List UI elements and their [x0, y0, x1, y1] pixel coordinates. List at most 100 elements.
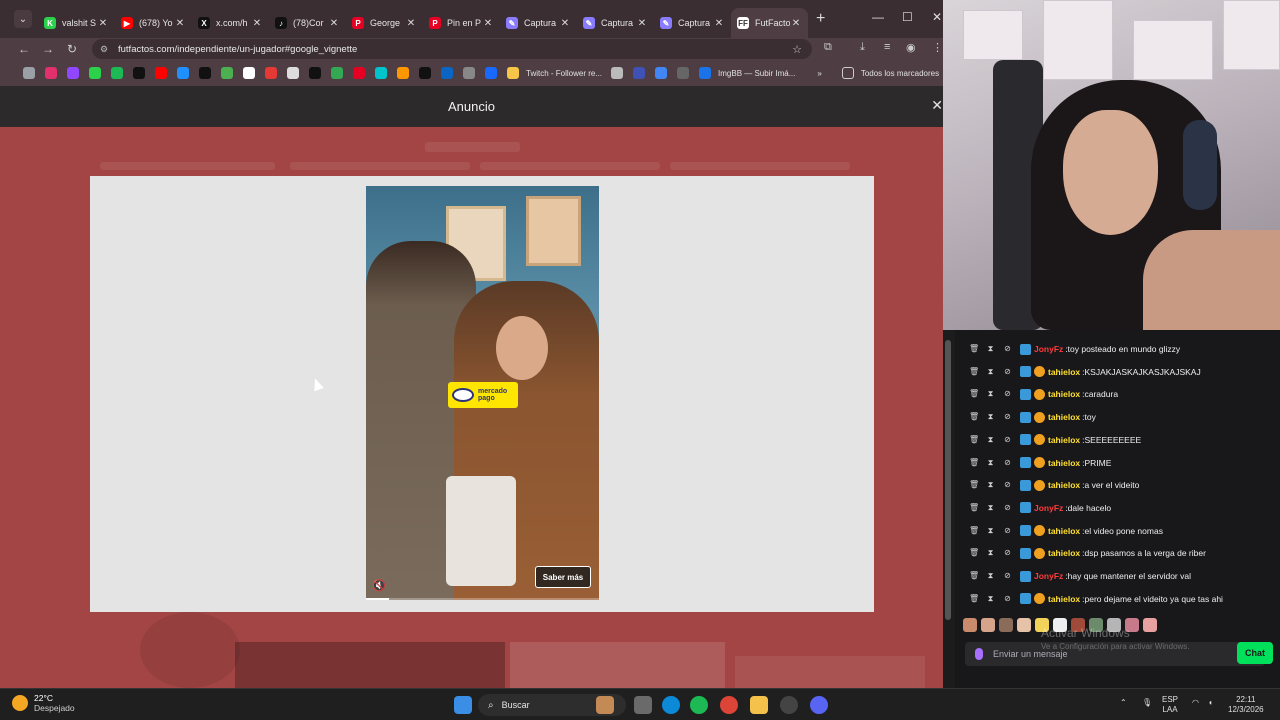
browser-tab[interactable]: ♪ (78)Cor ✕ — [269, 8, 346, 38]
bookmark-imgbb[interactable]: ImgBB — Subir Imá... — [718, 69, 795, 78]
browser-tab[interactable]: ✎ Captura ✕ — [577, 8, 654, 38]
widget-image-icon[interactable] — [596, 696, 614, 714]
volume-icon[interactable]: ◖ — [1208, 698, 1213, 708]
trash-icon[interactable]: 🗑 — [969, 526, 979, 536]
tab-close-icon[interactable]: ✕ — [482, 18, 494, 29]
timeout-icon[interactable]: ⧗ — [986, 526, 995, 536]
back-button[interactable]: ← — [12, 42, 36, 56]
tab-close-icon[interactable]: ✕ — [328, 18, 340, 29]
media-icon[interactable]: ≡ — [884, 41, 890, 53]
download-icon[interactable]: ⤓ — [860, 41, 865, 54]
mute-icon[interactable]: 🔇 — [372, 579, 386, 592]
ban-icon[interactable]: ⊘ — [1003, 480, 1012, 490]
microphone-icon[interactable] — [975, 648, 983, 660]
bookmark-icon[interactable] — [655, 67, 668, 79]
ban-icon[interactable]: ⊘ — [1003, 548, 1012, 558]
new-tab-button[interactable]: + — [816, 10, 825, 28]
trash-icon[interactable]: 🗑 — [969, 344, 979, 354]
trash-icon[interactable]: 🗑 — [969, 458, 979, 468]
forward-button[interactable]: → — [36, 42, 60, 56]
bookmark-icon[interactable] — [677, 67, 690, 79]
tab-close-icon[interactable]: ✕ — [790, 18, 802, 29]
tab-close-icon[interactable]: ✕ — [636, 18, 648, 29]
chat-username[interactable]: tahielox — [1048, 458, 1080, 468]
browser-tab[interactable]: Kvalshit S ✕ — [38, 8, 115, 38]
ad-container[interactable]: mercado pago 🔇 Saber más — [90, 176, 874, 612]
browser-tab[interactable]: P George ✕ — [346, 8, 423, 38]
globe-icon[interactable] — [463, 67, 475, 79]
trash-icon[interactable]: 🗑 — [969, 503, 979, 513]
linkedin-icon[interactable] — [441, 67, 453, 79]
canva-icon[interactable] — [375, 67, 387, 79]
ban-icon[interactable]: ⊘ — [1003, 412, 1012, 422]
edge-icon[interactable] — [662, 696, 680, 714]
trash-icon[interactable]: 🗑 — [969, 435, 979, 445]
start-windows-icon[interactable] — [454, 696, 472, 714]
chat-username[interactable]: tahielox — [1048, 526, 1080, 536]
all-bookmarks-link[interactable]: Todos los marcadores — [861, 69, 939, 78]
browser-tab[interactable]: ✎ Captura ✕ — [500, 8, 577, 38]
chat-username[interactable]: JonyFz — [1034, 571, 1063, 581]
timeout-icon[interactable]: ⧗ — [986, 344, 995, 354]
ad-video[interactable]: mercado pago 🔇 Saber más — [366, 186, 599, 600]
bookmark-icon[interactable] — [287, 67, 299, 79]
ban-icon[interactable]: ⊘ — [1003, 435, 1012, 445]
ban-icon[interactable]: ⊘ — [1003, 344, 1012, 354]
bookmark-icon[interactable] — [419, 67, 431, 79]
ban-icon[interactable]: ⊘ — [1003, 571, 1012, 581]
menu-icon[interactable]: ⋮ — [932, 41, 943, 54]
ban-icon[interactable]: ⊘ — [1003, 594, 1012, 604]
bookmark-star-icon[interactable]: ☆ — [792, 43, 802, 56]
browser-tab[interactable]: P Pin en P ✕ — [423, 8, 500, 38]
bookmark-twitch-follower[interactable]: Twitch - Follower re... — [526, 69, 602, 78]
maximize-button[interactable]: ☐ — [902, 10, 913, 24]
timeout-icon[interactable]: ⧗ — [986, 367, 995, 377]
chat-username[interactable]: tahielox — [1048, 367, 1080, 377]
browser-tab[interactable]: ▶ (678) Yo ✕ — [115, 8, 192, 38]
tab-close-icon[interactable]: ✕ — [251, 18, 263, 29]
tab-close-icon[interactable]: ✕ — [713, 18, 725, 29]
extensions-icon[interactable]: ⧉ — [824, 41, 832, 54]
emote-icon[interactable] — [999, 618, 1013, 632]
task-view-icon[interactable] — [634, 696, 652, 714]
learn-more-button[interactable]: Saber más — [535, 566, 591, 588]
timeout-icon[interactable]: ⧗ — [986, 389, 995, 399]
bookmark-icon[interactable] — [397, 67, 409, 79]
trash-icon[interactable]: 🗑 — [969, 389, 979, 399]
twitch-icon[interactable] — [67, 67, 79, 79]
file-explorer-icon[interactable] — [750, 696, 768, 714]
spotify-icon[interactable] — [690, 696, 708, 714]
browser-tab[interactable]: FF FutFacto ✕ — [731, 8, 808, 38]
imgbb-icon[interactable] — [699, 67, 712, 79]
timeout-icon[interactable]: ⧗ — [986, 412, 995, 422]
browser-tab[interactable]: Xx.com/h ✕ — [192, 8, 269, 38]
bookmark-icon[interactable] — [611, 67, 624, 79]
bookmark-icon[interactable] — [221, 67, 233, 79]
timeout-icon[interactable]: ⧗ — [986, 548, 995, 558]
chat-username[interactable]: tahielox — [1048, 412, 1080, 422]
browser-tab[interactable]: ✎ Captura ✕ — [654, 8, 731, 38]
timeout-icon[interactable]: ⧗ — [986, 458, 995, 468]
chat-username[interactable]: tahielox — [1048, 389, 1080, 399]
chat-send-button[interactable]: Chat — [1237, 642, 1273, 664]
emote-icon[interactable] — [1143, 618, 1157, 632]
chat-username[interactable]: tahielox — [1048, 548, 1080, 558]
tab-close-icon[interactable]: ✕ — [97, 18, 109, 29]
tab-close-icon[interactable]: ✕ — [559, 18, 571, 29]
timeout-icon[interactable]: ⧗ — [986, 503, 995, 513]
close-window-button[interactable]: ✕ — [932, 10, 942, 24]
trash-icon[interactable]: 🗑 — [969, 367, 979, 377]
cloud-icon[interactable] — [177, 67, 189, 79]
steam-icon[interactable] — [780, 696, 798, 714]
language-indicator[interactable]: ESP LAA — [1162, 695, 1178, 715]
emote-icon[interactable] — [981, 618, 995, 632]
ban-icon[interactable]: ⊘ — [1003, 526, 1012, 536]
ban-icon[interactable]: ⊘ — [1003, 458, 1012, 468]
timeout-icon[interactable]: ⧗ — [986, 435, 995, 445]
emote-icon[interactable] — [1017, 618, 1031, 632]
bookmark-icon[interactable] — [633, 67, 646, 79]
minimize-button[interactable]: — — [872, 10, 884, 24]
trash-icon[interactable]: 🗑 — [969, 480, 979, 490]
profile-avatar[interactable]: ◉ — [906, 41, 916, 54]
timeout-icon[interactable]: ⧗ — [986, 480, 995, 490]
